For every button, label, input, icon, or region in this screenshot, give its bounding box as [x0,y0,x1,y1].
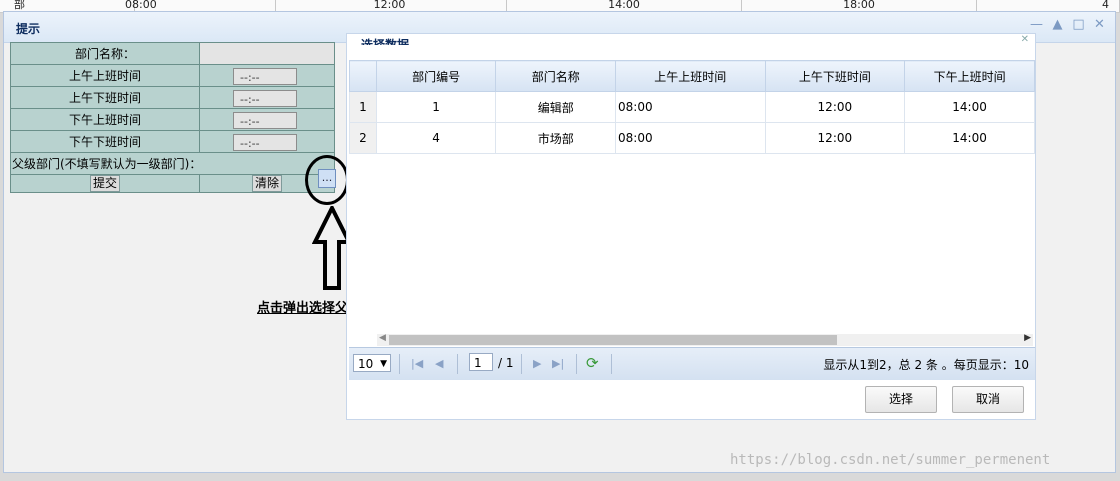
row-number: 2 [349,122,377,154]
department-form: 部门名称： 上午上班时间 --:-- 上午下班时间 --:-- 下午上班时间 -… [10,42,335,193]
select-button[interactable]: 选择 [865,386,937,413]
am-off-label: 上午下班时间 [10,86,200,109]
pager-separator [399,354,400,374]
cell-dept-name: 市场部 [495,122,616,154]
minimize-icon[interactable]: — [1029,17,1044,32]
cell-dept-id: 4 [375,122,497,154]
maximize-icon[interactable]: □ [1071,17,1086,32]
scroll-left-icon[interactable]: ◀ [379,333,386,343]
first-page-icon[interactable]: |◀ [411,357,423,370]
am-off-time-input[interactable]: --:-- [233,89,297,107]
pager-separator [611,354,612,374]
row-number: 1 [349,91,377,123]
cell-dept-name: 编辑部 [495,91,616,123]
cell-am-off: 12:00 [764,122,906,154]
pager-info: 显示从1到2，总 2 条 。每页显示：10 [823,358,1029,372]
table-row[interactable]: 1 1 编辑部 08:00 12:00 14:00 [349,91,1035,123]
column-header[interactable]: 部门名称 [495,60,616,92]
department-grid: 部门编号 部门名称 上午上班时间 上午下班时间 下午上班时间 1 1 编辑部 0… [349,60,1035,154]
column-header[interactable]: 下午上班时间 [904,60,1035,92]
cell-pm-on: 14:00 [904,122,1035,154]
close-icon[interactable]: ✕ [1092,17,1107,32]
window-title: 提示 [16,22,41,36]
dept-name-label: 部门名称： [10,42,200,65]
column-header[interactable]: 上午上班时间 [615,60,766,92]
pager-separator [457,354,458,374]
submit-cell: 提交 [10,174,200,193]
cell-am-on: 08:00 [615,91,766,123]
pm-on-label: 下午上班时间 [10,108,200,131]
page-number-input[interactable]: 1 [469,353,493,371]
am-on-label: 上午上班时间 [10,64,200,87]
pm-on-time-input[interactable]: --:-- [233,111,297,129]
select-data-dialog: 选择数据 ✕ 部门编号 部门名称 上午上班时间 上午下班时间 下午上班时间 1 … [346,33,1036,420]
am-on-time-input[interactable]: --:-- [233,67,297,85]
total-pages: / 1 [498,356,514,370]
watermark: https://blog.csdn.net/summer_permenent [730,452,1051,468]
grid-header-row: 部门编号 部门名称 上午上班时间 上午下班时间 下午上班时间 [349,60,1035,92]
pager-separator [521,354,522,374]
window-tools: — ▲ □ ✕ [1029,17,1107,32]
scroll-right-icon[interactable]: ▶ [1024,333,1031,343]
last-page-icon[interactable]: ▶| [552,357,564,370]
parent-dept-label: 父级部门(不填写默认为一级部门)： [12,157,202,171]
clear-button[interactable]: 清除 [251,175,282,192]
pm-off-label: 下午下班时间 [10,130,200,153]
horizontal-scrollbar[interactable]: ◀ ▶ [377,333,1033,346]
pm-off-time-input[interactable]: --:-- [233,133,297,151]
row-number-header [349,60,377,92]
submit-button[interactable]: 提交 [89,175,120,192]
cell-dept-id: 1 [375,91,497,123]
scrollbar-thumb[interactable] [389,335,837,345]
refresh-icon[interactable]: ⟳ [586,354,599,372]
page-size-value: 10 [358,357,374,371]
table-row[interactable]: 2 4 市场部 08:00 12:00 14:00 [349,122,1035,154]
next-page-icon[interactable]: ▶ [533,357,541,370]
dept-name-input[interactable] [199,42,335,65]
dialog-title: 选择数据 [361,38,410,45]
cancel-button[interactable]: 取消 [952,386,1024,413]
pager-separator [576,354,577,374]
pagination-bar: 10 ▼ |◀ ◀ 1 / 1 ▶ ▶| ⟳ 显示从1到2，总 2 条 。每页显… [349,347,1035,380]
cell-am-on: 08:00 [615,122,766,154]
annotation-circle [305,155,349,205]
collapse-icon[interactable]: ▲ [1050,17,1065,32]
cell-pm-on: 14:00 [904,91,1035,123]
column-header[interactable]: 上午下班时间 [764,60,906,92]
dialog-close-icon[interactable]: ✕ [1021,34,1029,45]
prev-page-icon[interactable]: ◀ [435,357,443,370]
dropdown-arrow-icon: ▼ [380,359,387,369]
parent-dept-row: 父级部门(不填写默认为一级部门)： [10,152,335,175]
page-size-select[interactable]: 10 ▼ [353,354,391,372]
column-header[interactable]: 部门编号 [375,60,497,92]
cell-am-off: 12:00 [764,91,906,123]
